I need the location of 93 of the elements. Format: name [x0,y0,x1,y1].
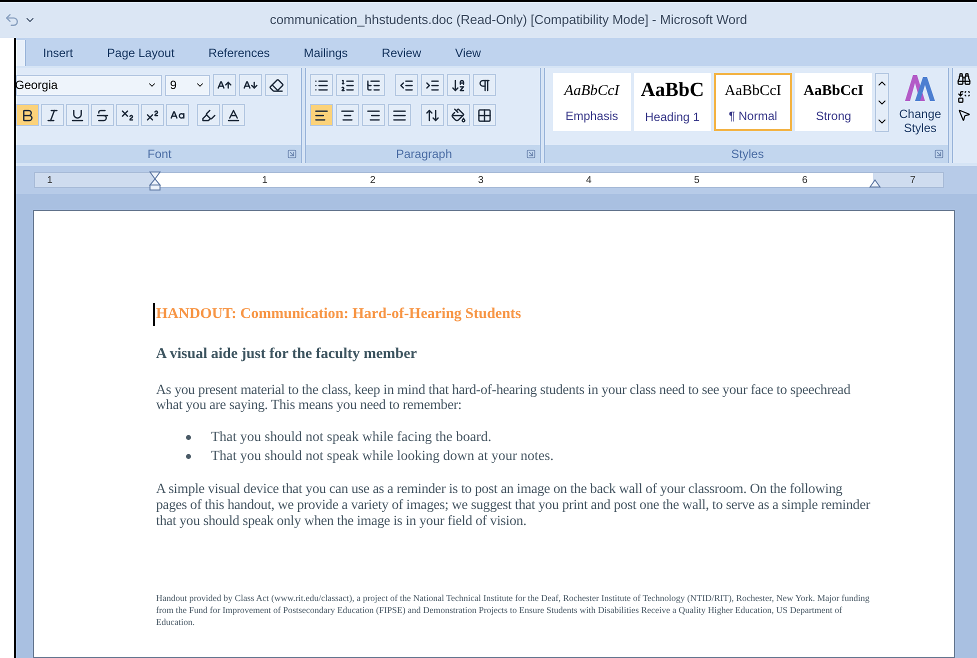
align-left-button[interactable] [310,104,333,126]
ruler-number: 2 [370,174,376,188]
window-title: communication_hhstudents.doc (Read-Only) [Compatibility Mode] - Microsoft Word [268,11,748,30]
line-spacing-icon [425,108,440,122]
right-indent-marker-icon[interactable] [869,178,881,188]
bullets-button[interactable] [310,74,333,96]
ruler-number: 7 [910,174,916,188]
multilevel-list-icon [366,78,381,92]
highlight-button[interactable] [197,104,220,126]
style-swatch[interactable]: AaBbCcI Emphasis [553,73,631,131]
grow-font-button[interactable] [213,74,236,96]
align-center-icon [340,108,355,122]
shrink-font-button[interactable] [239,74,262,96]
dialog-launcher-icon[interactable] [286,149,297,159]
ribbon-tab[interactable]: View [438,40,498,66]
bold-button[interactable] [16,104,39,126]
change-styles-button[interactable]: Change Styles [892,73,948,135]
select-icon[interactable] [957,108,971,122]
shading-icon [451,108,466,122]
style-swatch[interactable]: AaBbC Heading 1 [634,73,712,131]
letters-icon [903,73,938,103]
change-case-button[interactable] [166,104,189,126]
ribbon-tab[interactable]: Insert [26,40,90,66]
body-paragraph: A simple visual device that you can use as a reminder is to post an image on the back wall of your classroom. On the following pages of this handout, we provide a variety of images; we suggest that you print and post one the wall, to serve as a simple reminder that you should speak only when the image is in your field of vision. [156,482,872,530]
ribbon-tab[interactable]: Mailings [286,40,365,66]
bullet-text: That you should not speak while looking down at your notes. [211,448,554,466]
bullet-icon [186,454,191,459]
replace-icon[interactable] [957,90,971,104]
numbering-icon [340,78,355,92]
show-marks-button[interactable] [473,74,496,96]
align-justify-icon [392,108,407,122]
increase-indent-button[interactable] [421,74,444,96]
document-title: HANDOUT: Communication: Hard-of-Hearing Students [153,303,874,326]
bullet-icon [186,435,191,440]
line-spacing-button[interactable] [421,104,444,126]
find-icon[interactable] [957,72,971,86]
align-right-button[interactable] [362,104,385,126]
strikethrough-icon [95,108,110,122]
bullet-text: That you should not speak while facing the board. [211,429,492,447]
align-justify-button[interactable] [388,104,411,126]
italic-icon [45,108,60,122]
shading-button[interactable] [447,104,470,126]
ruler-number: 1 [262,174,268,188]
superscript-icon [145,108,160,122]
group-label: Font [147,146,172,163]
group-label: Styles [731,146,764,163]
subscript-icon [120,108,135,122]
ruler-margin [873,173,943,187]
underline-icon [70,108,85,122]
intro-paragraph: As you present material to the class, keep in mind that hard-of-hearing students in your class need to see your face to speechread what you are saying. This means you need to remember: [156,383,852,413]
sort-icon [451,78,466,92]
superscript-button[interactable] [141,104,164,126]
decrease-indent-icon [399,78,414,92]
ribbon-tab[interactable]: Page Layout [90,40,192,66]
align-left-icon [314,108,329,122]
strikethrough-button[interactable] [91,104,114,126]
ruler-number: 6 [802,174,808,188]
ruler-number: 4 [586,174,592,188]
decrease-indent-button[interactable] [395,74,418,96]
multilevel-list-button[interactable] [362,74,385,96]
bullets-icon [314,78,329,92]
ruler-number: 3 [478,174,484,188]
clear-formatting-button[interactable] [265,74,288,96]
borders-icon [477,108,492,122]
ruler-number: 1 [47,174,53,188]
ruler-number: 5 [694,174,700,188]
footer-note: Handout provided by Class Act (www.rit.edu/classact), a project of the National Technical Institute for the Deaf, Rochester Institute of Technology (NTID/RIT), Rochester, New York. Major funding from the Fund for Improvement of Postsecondary Education (FIPSE) and Demonstration Projects to Ensure Students with Disabilities Receive a Quality Higher Education, US Department of Education. [156,592,871,628]
ribbon-tab[interactable]: References [191,40,287,66]
increase-indent-icon [425,78,440,92]
group-label: Paragraph [396,146,452,163]
document-subtitle: A visual aide just for the faculty member [156,344,418,364]
align-center-button[interactable] [336,104,359,126]
highlight-icon [201,108,216,122]
bold-icon [20,108,35,122]
align-right-icon [366,108,381,122]
borders-button[interactable] [473,104,496,126]
indent-marker-icon[interactable] [149,171,161,191]
dialog-launcher-icon[interactable] [526,149,536,159]
font-color-icon [226,108,241,122]
font-name-field[interactable]: Georgia [16,74,162,96]
style-swatch[interactable]: AaBbCcI ¶ Normal [714,73,792,131]
show-marks-icon [477,78,492,92]
subscript-button[interactable] [116,104,139,126]
clear-formatting-icon [269,78,284,92]
ribbon-tab[interactable]: Review [364,40,438,66]
font-color-button[interactable] [222,104,245,126]
style-swatch[interactable]: AaBbCcI Strong [794,73,872,131]
numbering-button[interactable] [336,74,359,96]
sort-button[interactable] [447,74,470,96]
font-size-field[interactable]: 9 [165,74,210,96]
dialog-launcher-icon[interactable] [934,149,944,159]
underline-button[interactable] [66,104,89,126]
italic-button[interactable] [41,104,64,126]
